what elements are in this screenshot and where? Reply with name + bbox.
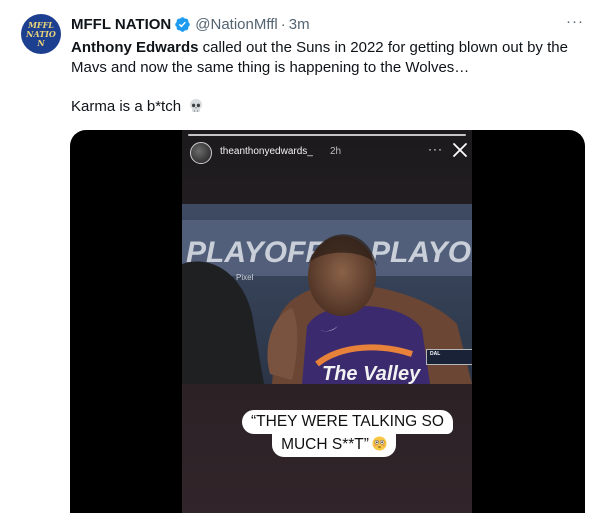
flushed-face-icon [372,436,387,451]
caption-line-2-wrap: MUCH S**T” [272,433,396,457]
story-time: 2h [330,146,342,157]
video-media[interactable]: theanthonyedwards_ 2h ··· PLAYOFFS PLAYO… [70,130,585,513]
tweet-text: Anthony Edwards called out the Suns in 2… [71,38,586,78]
story-progress-bar [188,134,466,136]
tweet-timestamp[interactable]: 3m [289,16,310,33]
instagram-story-frame: theanthonyedwards_ 2h ··· PLAYOFFS PLAYO… [182,130,472,513]
separator-dot: · [280,15,286,33]
skull-icon [190,99,203,112]
sponsor-text: Pixel [236,273,254,282]
story-avatar [190,142,212,164]
jersey-text: The Valley [322,363,421,384]
verified-badge-icon [175,16,191,32]
caption-line-2: MUCH S**T” [281,436,369,453]
story-close-icon [453,143,467,157]
account-name[interactable]: MFFL NATION [71,16,171,33]
tweet-card[interactable]: MFFL NATION MFFL NATION @NationMffl · 3m… [0,0,595,513]
story-username: theanthonyedwards_ [220,146,313,157]
scorebug-team: DAL [430,351,441,357]
account-handle[interactable]: @NationMffl [195,16,277,33]
karma-text: Karma is a b*tch [71,98,182,115]
banner-text-right: PLAYOFFS [370,236,472,269]
avatar[interactable]: MFFL NATION [21,14,61,54]
scorebug: DAL [426,349,472,365]
mentioned-name: Anthony Edwards [71,39,199,56]
tweet-header: MFFL NATION @NationMffl · 3m [71,14,310,34]
video-frame: PLAYOFFS PLAYOFFS Pixel The Valley [182,204,472,384]
caption-line-1: “THEY WERE TALKING SO [242,410,453,434]
more-options-icon[interactable]: ··· [566,14,584,32]
avatar-logo-text: MFFL NATION [26,19,56,48]
story-ellipsis-icon: ··· [428,142,443,156]
tweet-text-karma: Karma is a b*tch [71,97,204,117]
story-caption: “THEY WERE TALKING SO MUCH S**T” [242,410,453,457]
